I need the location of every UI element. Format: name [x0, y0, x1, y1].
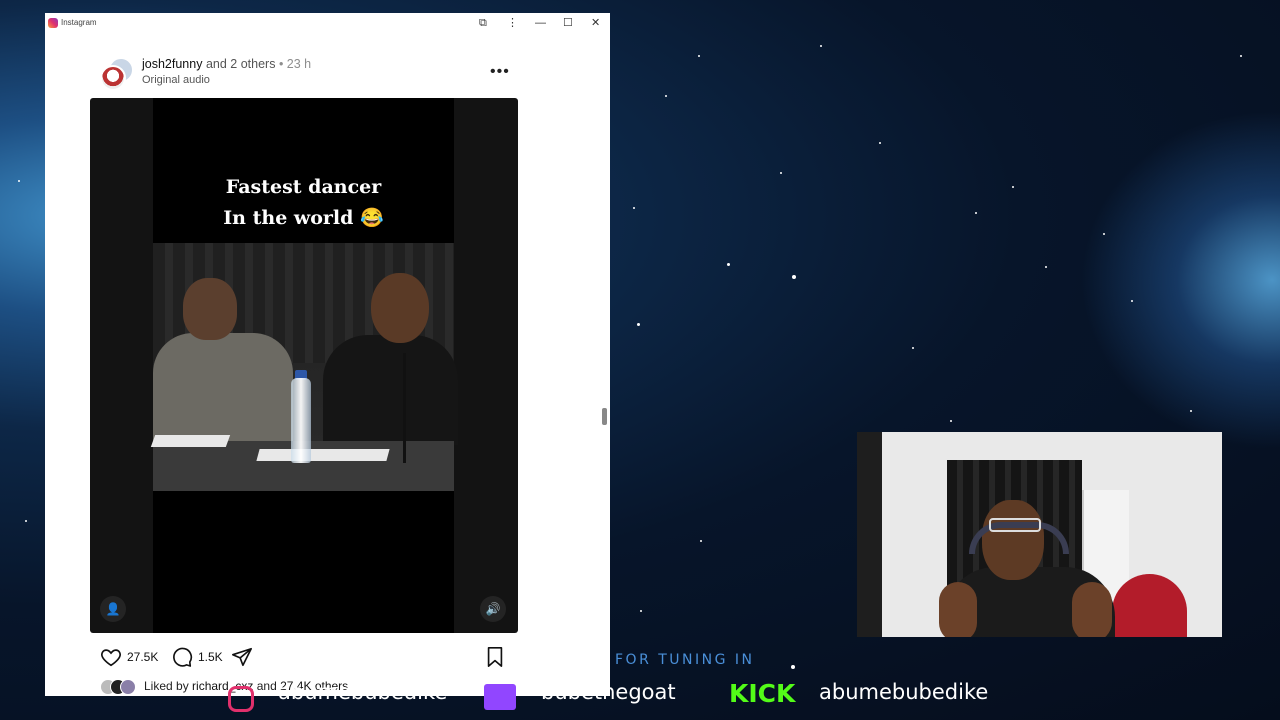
liked-by-prefix: Liked by: [144, 679, 189, 693]
post-author-line: josh2funny and 2 others • 23 h: [142, 57, 311, 71]
coauthors-link[interactable]: and 2 others: [206, 57, 276, 71]
author-name[interactable]: josh2funny: [142, 57, 202, 71]
puzzle-icon[interactable]: ⧉: [479, 16, 487, 30]
author-avatar[interactable]: [100, 57, 134, 91]
kick-logo: KICK: [729, 679, 796, 708]
more-options-icon[interactable]: •••: [490, 63, 510, 81]
josh2funny-avatar[interactable]: [100, 65, 126, 91]
heart-icon[interactable]: [100, 646, 122, 668]
video-scene: [150, 243, 458, 491]
send-icon[interactable]: [231, 646, 253, 668]
share-button[interactable]: [231, 646, 253, 668]
save-button[interactable]: [485, 646, 505, 668]
post-time: • 23 h: [278, 57, 312, 71]
video-frame: Fastest dancer In the world 😂: [150, 98, 458, 633]
instagram-window: Instagram ⧉ ⋮ — ☐ ✕ josh2funny and 2 oth…: [45, 13, 610, 696]
comment-count: 1.5K: [198, 650, 223, 664]
background-glow: [1080, 110, 1280, 450]
video-caption-line1: Fastest dancer: [225, 176, 382, 198]
close-button[interactable]: ✕: [591, 16, 600, 30]
maximize-button[interactable]: ☐: [563, 16, 573, 30]
video-caption: Fastest dancer In the world 😂: [153, 172, 454, 234]
comment-icon[interactable]: [171, 646, 193, 668]
instagram-handle: abumebubedike: [278, 680, 448, 704]
window-titlebar[interactable]: Instagram ⧉ ⋮ — ☐ ✕: [45, 13, 610, 33]
liker-avatar[interactable]: [120, 679, 136, 695]
bookmark-icon[interactable]: [485, 646, 505, 668]
liked-by-and: and: [256, 679, 277, 693]
glasses-icon: [989, 518, 1041, 532]
instagram-icon: [228, 686, 254, 712]
scene-bottle: [291, 378, 311, 463]
scene-paper: [150, 435, 231, 447]
webcam-feed: [857, 432, 1222, 637]
audio-link[interactable]: Original audio: [142, 74, 210, 86]
twitch-icon: [484, 684, 516, 710]
scene-person-left: [153, 278, 303, 448]
volume-icon[interactable]: 🔊: [480, 596, 506, 622]
minimize-button[interactable]: —: [535, 16, 546, 30]
scene-mic: [403, 353, 406, 463]
liked-by-avatars[interactable]: [100, 679, 142, 695]
window-title: Instagram: [61, 18, 97, 27]
post-actions: 27.5K 1.5K: [100, 646, 510, 668]
kebab-icon[interactable]: ⋮: [507, 16, 518, 30]
webcam-chair: [1112, 574, 1187, 637]
scrollbar-thumb[interactable]: [602, 408, 607, 425]
video-caption-line2: In the world 😂: [223, 207, 384, 229]
scene-paper: [256, 449, 390, 461]
tuning-in-banner: FOR TUNING IN: [615, 652, 755, 668]
like-count: 27.5K: [127, 650, 159, 664]
post-video[interactable]: Fastest dancer In the world 😂 👤 🔊: [90, 98, 518, 633]
kick-handle: abumebubedike: [819, 680, 989, 704]
user-tags-icon[interactable]: 👤: [100, 596, 126, 622]
comment-button[interactable]: 1.5K: [171, 646, 223, 668]
like-button[interactable]: 27.5K: [100, 646, 158, 668]
scene-person-right: [313, 273, 458, 445]
twitch-handle: bubethegoat: [541, 680, 676, 704]
instagram-logo-icon: [48, 18, 58, 28]
